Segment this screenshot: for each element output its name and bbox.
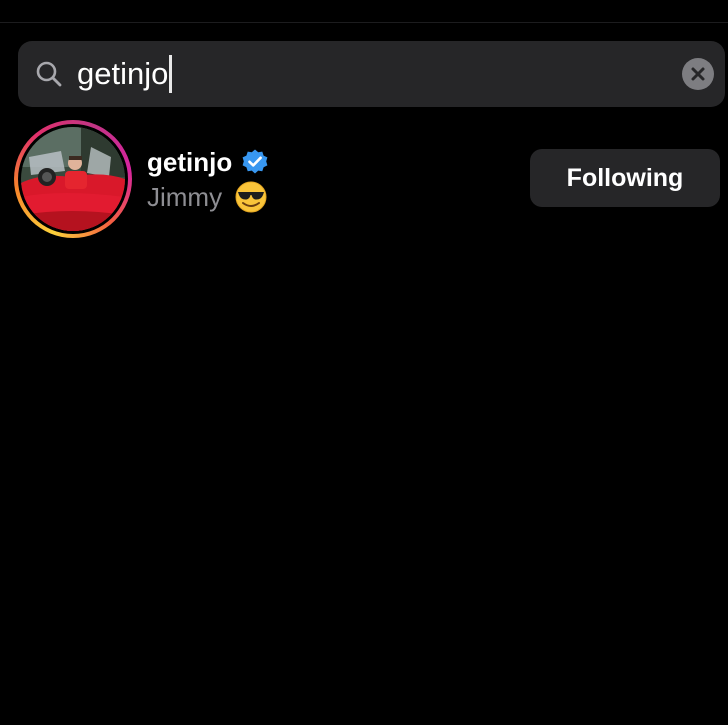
full-name-line: Jimmy	[147, 180, 267, 214]
search-result-row[interactable]: getinjo Jimmy Following	[0, 118, 728, 240]
sunglasses-emoji-icon	[235, 181, 267, 213]
story-ring[interactable]	[14, 120, 132, 238]
close-icon	[691, 67, 705, 81]
search-input[interactable]: getinjo	[77, 55, 173, 93]
top-divider	[0, 22, 728, 23]
text-caret	[169, 55, 173, 93]
avatar-photo	[21, 127, 125, 231]
verified-badge-icon	[241, 148, 269, 176]
search-bar[interactable]: getinjo	[18, 41, 725, 107]
clear-search-button[interactable]	[682, 58, 714, 90]
search-icon	[36, 61, 62, 87]
avatar[interactable]	[21, 127, 125, 231]
username[interactable]: getinjo	[147, 147, 232, 177]
following-button[interactable]: Following	[530, 149, 720, 207]
username-line: getinjo	[147, 145, 269, 179]
search-query: getinjo	[77, 56, 169, 91]
full-name: Jimmy	[147, 182, 223, 212]
